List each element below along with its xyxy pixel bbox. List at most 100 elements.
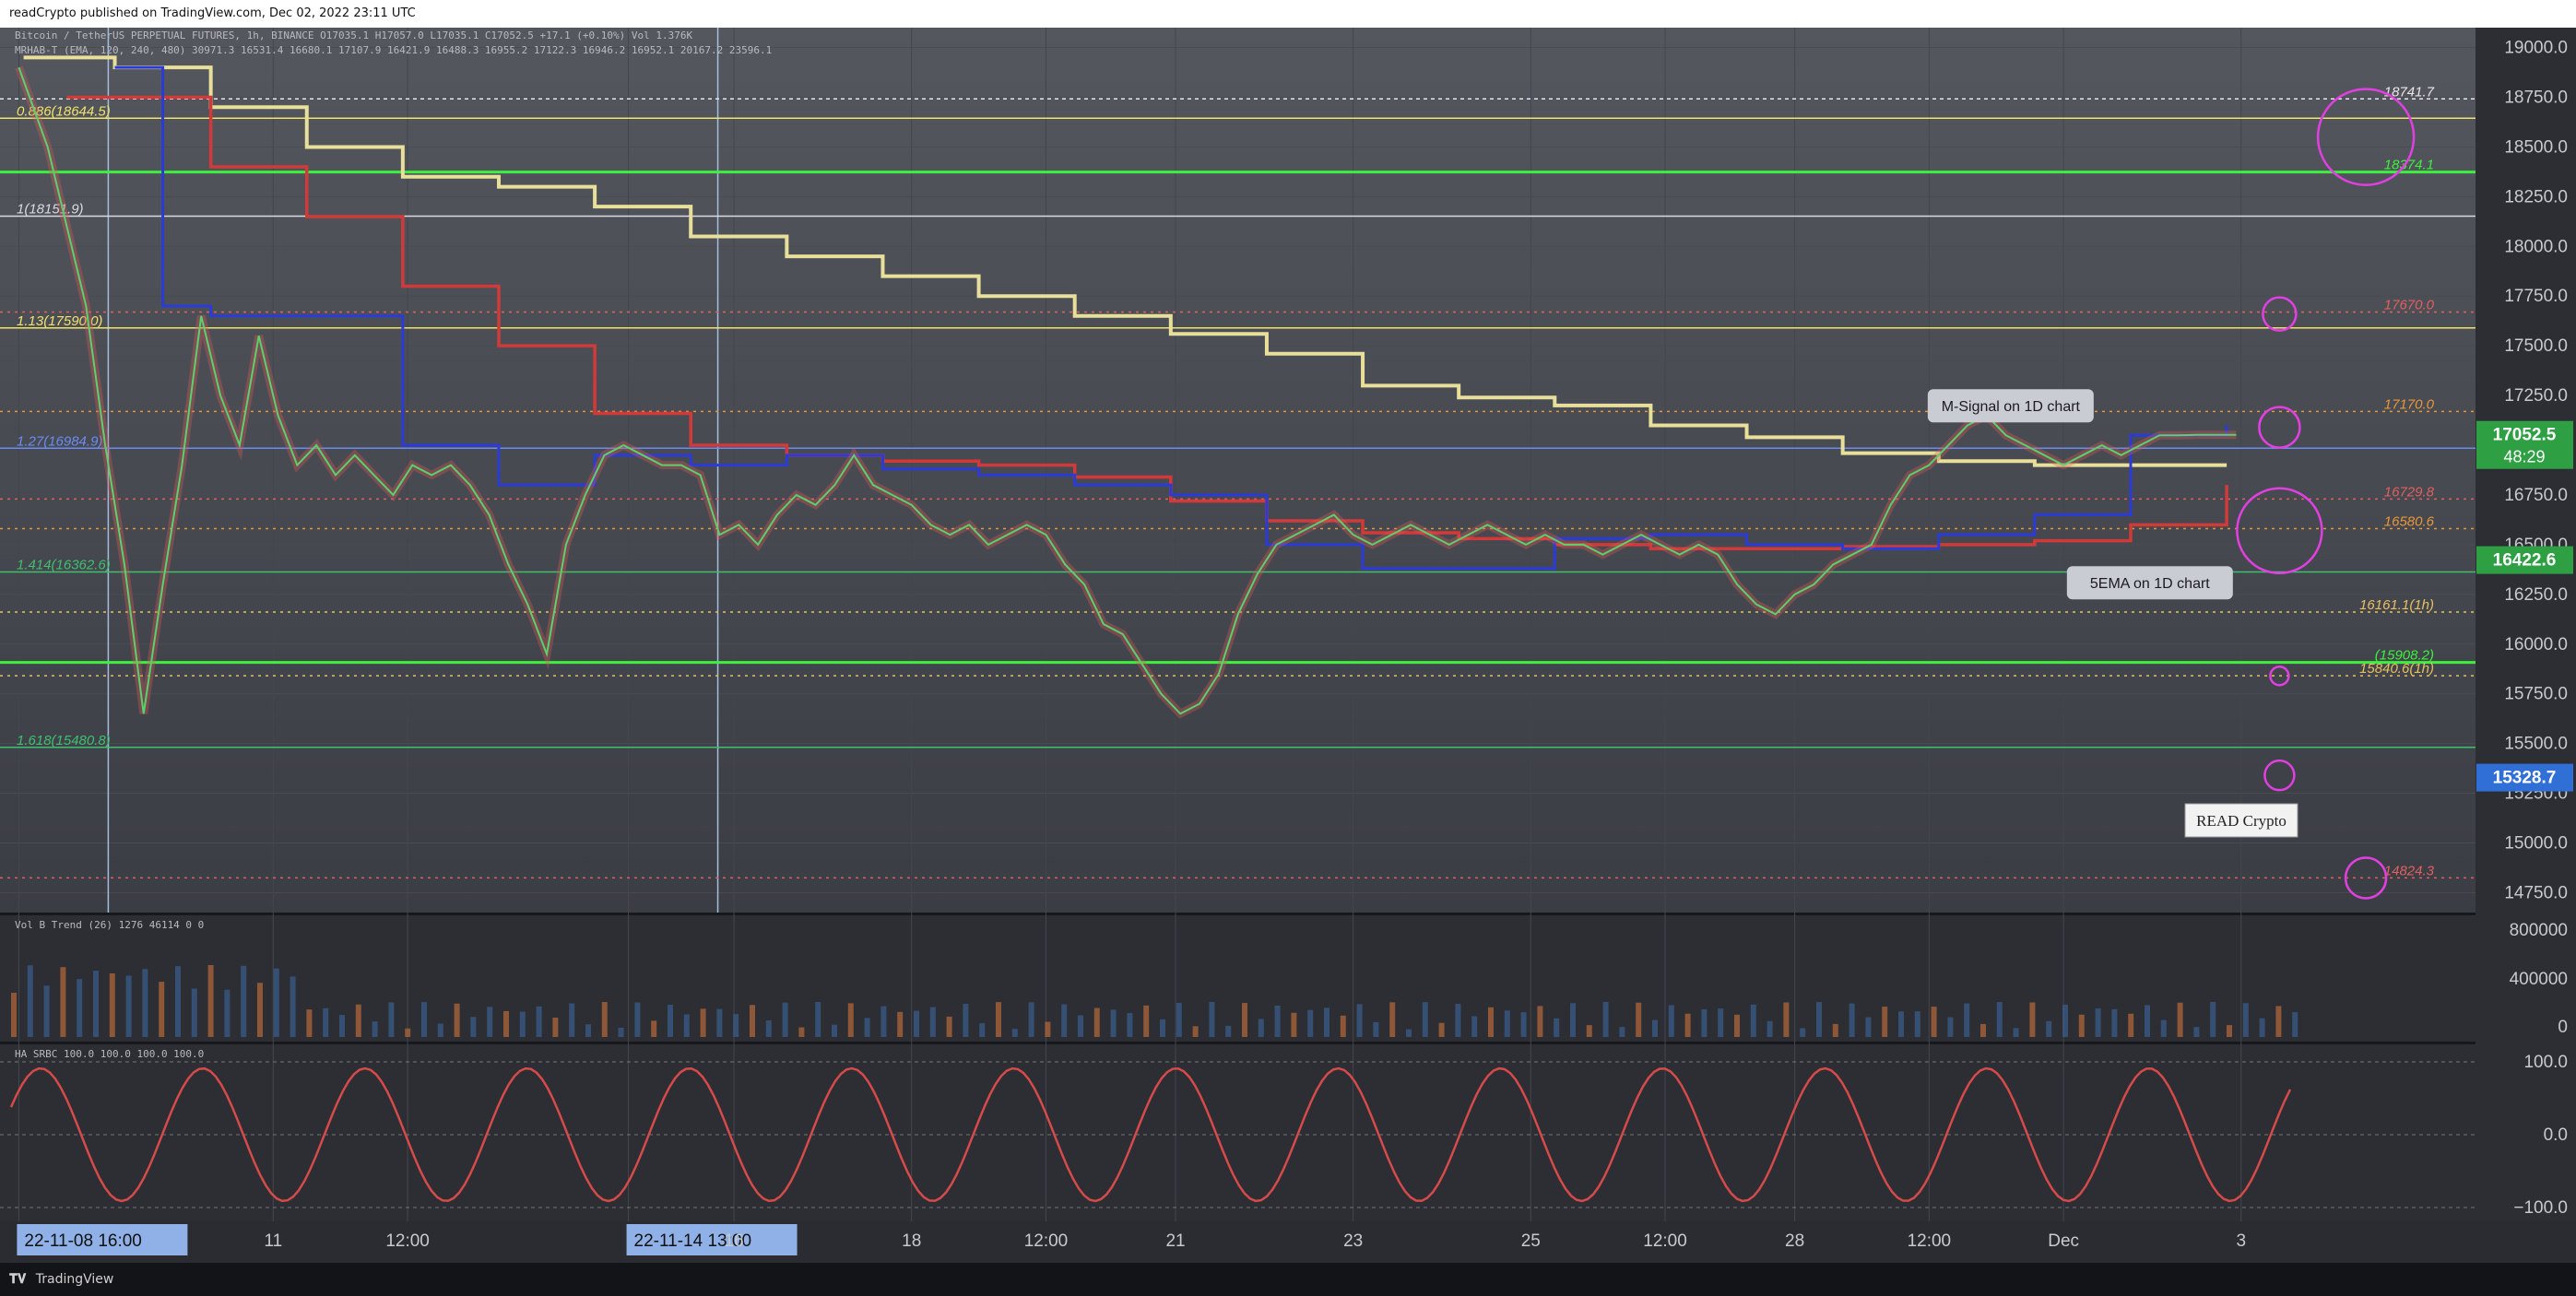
volume-bar <box>2193 1027 2200 1037</box>
volume-bar <box>1307 1009 1314 1037</box>
volume-bar <box>1093 1007 1100 1037</box>
volume-bar <box>1652 1019 1658 1037</box>
volume-bar <box>1996 1002 2003 1037</box>
time-tick-label: 12:00 <box>1908 1231 1952 1251</box>
volume-bar <box>519 1011 526 1037</box>
volume-bar <box>536 1006 542 1037</box>
volume-bar <box>1028 1002 1034 1037</box>
vol-trend-legend: Vol B Trend (26) 1276 46114 0 0 <box>15 919 204 931</box>
time-tick-label: 22-11-08 16:00 <box>24 1231 141 1251</box>
callout-text: M-Signal on 1D chart <box>1942 399 2081 415</box>
volume-bar <box>1110 1009 1117 1037</box>
volume-bar <box>1586 1025 1592 1037</box>
volume-bar <box>1373 1021 1379 1037</box>
level-label: 16580.6 <box>2384 514 2435 530</box>
volume-bar <box>2177 1002 2183 1037</box>
volume-bar <box>1078 1015 1083 1037</box>
volume-bar <box>2111 1008 2118 1037</box>
volume-tick-label: 0 <box>2558 1018 2568 1037</box>
volume-bar <box>2029 1002 2036 1037</box>
publish-text: readCrypto published on TradingView.com,… <box>9 6 416 20</box>
level-label: 16729.8 <box>2384 484 2435 500</box>
volume-bar <box>2095 1008 2101 1037</box>
time-tick-label: Dec <box>2048 1231 2079 1251</box>
volume-bar <box>1734 1014 1740 1037</box>
price-badge-countdown: 48:29 <box>2503 448 2545 466</box>
level-label: 15840.6(1h) <box>2359 661 2434 677</box>
volume-bar <box>487 1007 493 1037</box>
volume-bar <box>716 1008 723 1037</box>
volume-bar <box>1340 1015 1346 1037</box>
volume-bar <box>1176 1002 1182 1037</box>
volume-bar <box>618 1027 624 1037</box>
volume-bar <box>27 965 33 1037</box>
time-tick-label: 12:00 <box>385 1231 430 1251</box>
volume-bar <box>1849 1003 1855 1037</box>
price-tick-label: 16000.0 <box>2504 635 2568 654</box>
volume-bar <box>93 971 99 1037</box>
volume-bar <box>1143 1005 1150 1037</box>
time-tick-label: 12:00 <box>1643 1231 1687 1251</box>
volume-bar <box>1471 1016 1478 1037</box>
volume-bar <box>11 993 17 1037</box>
volume-bar <box>2160 1019 2167 1037</box>
volume-bar <box>1816 1002 1822 1037</box>
publish-header: readCrypto published on TradingView.com,… <box>0 0 2576 28</box>
volume-bar <box>1225 1025 1232 1037</box>
price-tick-label: 19000.0 <box>2504 39 2568 58</box>
time-tick-label: 23 <box>1343 1231 1363 1251</box>
price-tick-label: 15500.0 <box>2504 735 2568 754</box>
volume-bar <box>1980 1023 1986 1037</box>
volume-bar <box>1324 1007 1329 1037</box>
volume-bar <box>1061 1004 1068 1037</box>
time-tick-label: 3 <box>2236 1231 2246 1251</box>
volume-bar <box>1389 1002 1396 1037</box>
volume-bar <box>1160 1019 1165 1037</box>
volume-bar <box>109 973 115 1037</box>
volume-bar <box>2145 1005 2150 1037</box>
volume-bar <box>1422 1002 1428 1037</box>
volume-bar <box>191 988 197 1037</box>
volume-bar <box>1011 1029 1018 1037</box>
volume-bar <box>339 1015 345 1037</box>
volume-bar <box>1045 1021 1051 1037</box>
main-legend: Bitcoin / TetherUS PERPETUAL FUTURES, 1h… <box>15 29 692 41</box>
volume-bar <box>1931 1007 1937 1037</box>
volume-bar <box>733 1014 739 1037</box>
footer-bar: 𝐓𝐕 TradingView <box>0 1263 2576 1296</box>
price-tick-label: 16250.0 <box>2504 585 2568 605</box>
volume-bar <box>323 1007 329 1037</box>
volume-bar <box>798 1027 805 1037</box>
volume-bar <box>1701 1008 1707 1037</box>
volume-bar <box>241 965 247 1037</box>
volume-bar <box>847 1003 854 1037</box>
volume-bar <box>306 1009 313 1037</box>
level-label: 17170.0 <box>2384 396 2435 412</box>
volume-bar <box>1898 1011 1904 1037</box>
volume-bar <box>2046 1020 2052 1037</box>
volume-bar <box>1668 1005 1674 1037</box>
volume-bar <box>503 1010 509 1037</box>
price-tick-label: 17500.0 <box>2504 336 2568 356</box>
chart-area[interactable]: 18741.70.886(18644.5)18374.11(18151.9)17… <box>0 28 2576 1263</box>
volume-bar <box>1438 1022 1445 1037</box>
level-label: 1.414(16362.6) <box>17 558 111 573</box>
level-label: 14824.3 <box>2384 863 2435 878</box>
volume-bar <box>2275 1006 2282 1037</box>
volume-bar <box>1947 1017 1954 1037</box>
volume-bar <box>585 1024 591 1037</box>
price-badge-label: 17052.5 <box>2493 426 2557 445</box>
volume-bar <box>1636 1002 1642 1037</box>
volume-bar <box>1356 1004 1363 1037</box>
volume-bar <box>77 979 83 1037</box>
price-tick-label: 18250.0 <box>2504 187 2568 206</box>
volume-bar <box>601 1002 608 1037</box>
volume-bar <box>159 982 165 1037</box>
volume-bar <box>1783 1002 1790 1037</box>
volume-bar <box>2013 1028 2019 1037</box>
level-label: 1(18151.9) <box>17 202 84 218</box>
volume-tick-label: 800000 <box>2510 921 2568 940</box>
volume-bar <box>224 989 230 1037</box>
volume-bar <box>405 1028 411 1037</box>
volume-bar <box>1192 1026 1199 1037</box>
